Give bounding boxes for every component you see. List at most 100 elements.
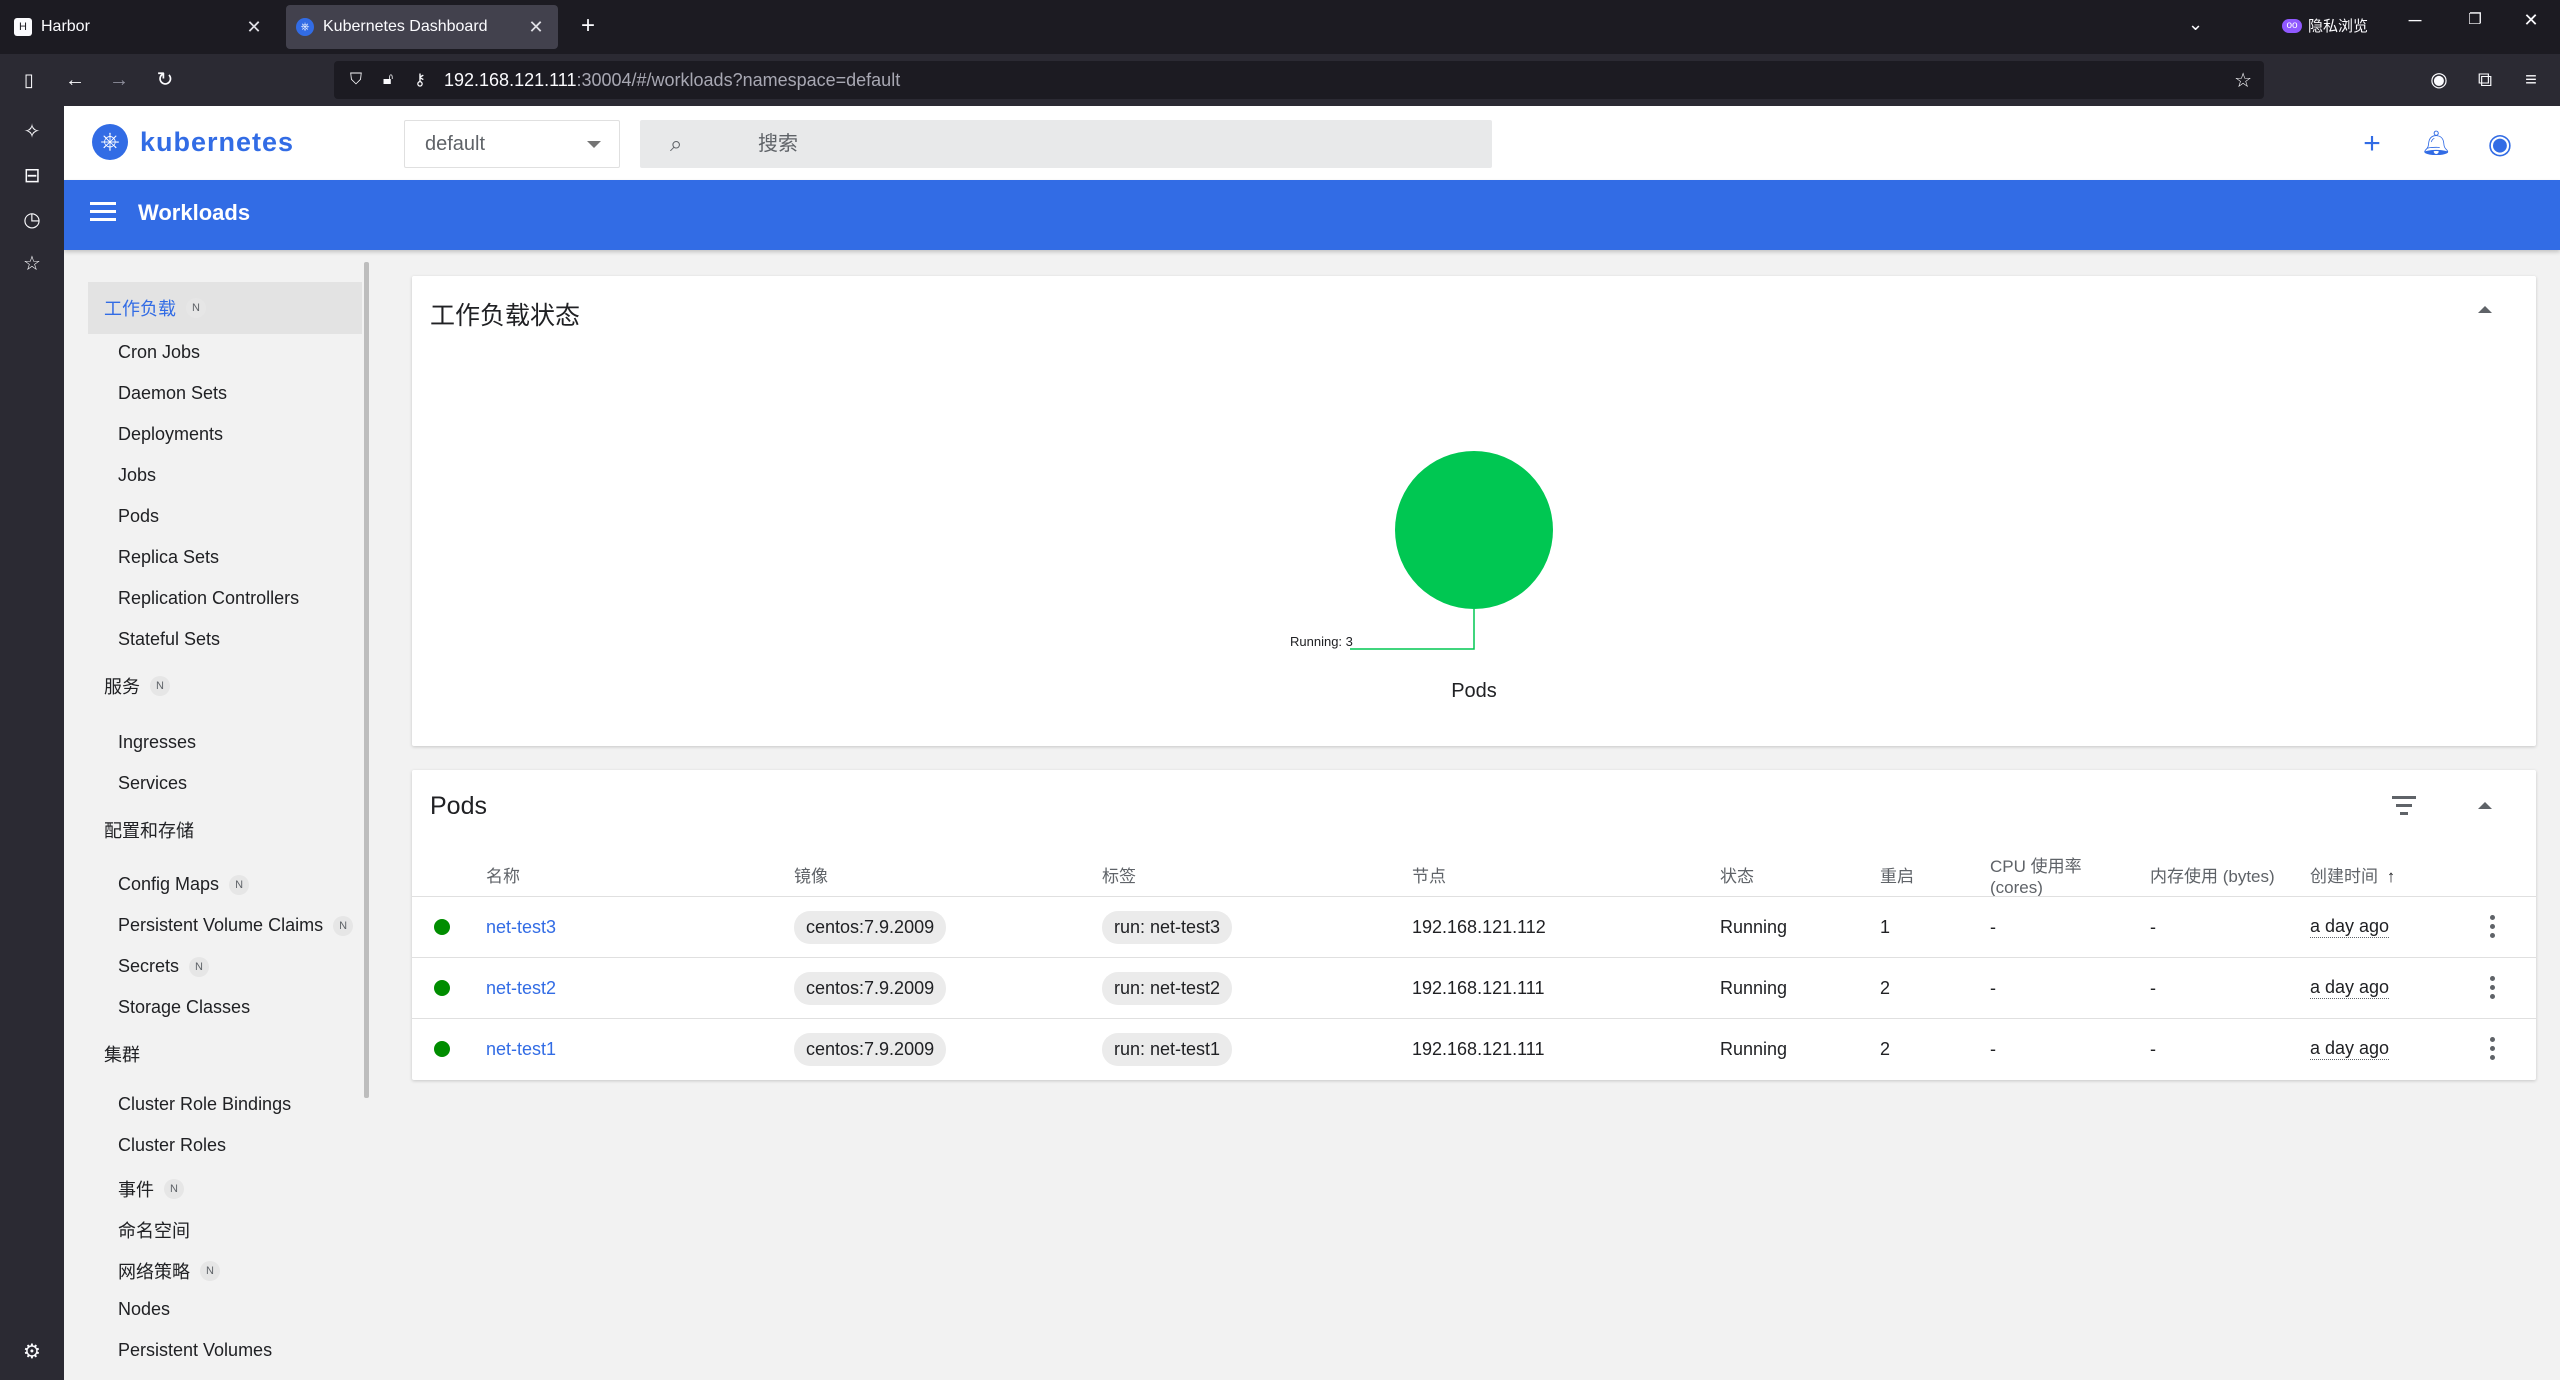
namespaced-badge: N xyxy=(150,676,170,696)
nav-item-persistent-volume-claims[interactable]: Persistent Volume Claims N xyxy=(118,915,354,936)
cpu-value: - xyxy=(1990,1038,1996,1059)
table-row: net-test1 centos:7.9.2009 run: net-test1… xyxy=(412,1018,2536,1079)
nav-item-config-maps[interactable]: Config Maps N xyxy=(118,874,250,895)
pod-name-link[interactable]: net-test1 xyxy=(486,1039,556,1060)
nav-item-jobs[interactable]: Jobs xyxy=(118,465,156,486)
menu-icon[interactable]: ≡ xyxy=(2516,66,2546,94)
node-value[interactable]: 192.168.121.111 xyxy=(1412,978,1544,999)
node-value[interactable]: 192.168.121.112 xyxy=(1412,917,1546,938)
address-bar[interactable]: ⛉ 🔓︎ ⚷ 192.168.121.111:30004/#/workloads… xyxy=(334,61,2264,99)
history-clock-icon[interactable]: ◷ xyxy=(18,206,46,234)
shield-icon[interactable]: ⛉ xyxy=(346,71,366,89)
user-account-icon[interactable]: ◉ xyxy=(2482,126,2518,162)
status-value: Running xyxy=(1720,1038,1788,1059)
more-actions-icon[interactable] xyxy=(2490,1037,2496,1061)
bookmark-star-icon[interactable]: ☆ xyxy=(2234,68,2252,93)
nav-item-replica-sets[interactable]: Replica Sets xyxy=(118,547,219,568)
account-icon[interactable]: ◉ xyxy=(2424,66,2454,94)
nav-category-service[interactable]: 服务 N xyxy=(88,660,362,712)
restore-icon[interactable]: ❐ xyxy=(2460,10,2490,28)
close-icon[interactable]: ✕ xyxy=(524,17,548,38)
namespace-select[interactable]: default xyxy=(404,120,620,168)
sort-arrow-up-icon: ↑ xyxy=(2386,867,2396,886)
column-header-name[interactable]: 名称 xyxy=(486,866,520,887)
node-value[interactable]: 192.168.121.111 xyxy=(1412,1039,1544,1060)
filter-icon[interactable] xyxy=(2392,796,2416,816)
pods-status-chart xyxy=(1350,451,1553,650)
search-input[interactable] xyxy=(758,132,1458,156)
nav-category-workloads[interactable]: 工作负载 N xyxy=(88,282,362,334)
nav-item-deployments[interactable]: Deployments xyxy=(118,424,223,445)
sidebar-toggle-icon[interactable]: ▯ xyxy=(14,66,44,94)
settings-gear-icon[interactable]: ⚙ xyxy=(18,1338,46,1366)
collapse-chevron-up-icon[interactable] xyxy=(2478,802,2492,809)
column-header-created[interactable]: 创建时间 ↑ xyxy=(2310,866,2395,887)
namespaced-badge: N xyxy=(189,956,210,977)
card-title: Pods xyxy=(430,792,487,820)
nav-item-events[interactable]: 事件 N xyxy=(118,1176,184,1202)
nav-category-label: 集群 xyxy=(104,1045,140,1065)
create-plus-icon[interactable]: + xyxy=(2354,126,2390,162)
new-tab-plus-icon[interactable]: + xyxy=(574,12,602,40)
pie-slice-running[interactable] xyxy=(1395,451,1553,609)
label-chip[interactable]: run: net-test3 xyxy=(1102,910,1233,944)
created-value: a day ago xyxy=(2310,916,2390,938)
nav-item-cron-jobs[interactable]: Cron Jobs xyxy=(118,342,200,363)
nav-category-cluster[interactable]: 集群 xyxy=(88,1028,362,1080)
restarts-value: 2 xyxy=(1880,1038,1891,1059)
tab-label: Harbor xyxy=(41,18,90,35)
forward-arrow-icon[interactable]: → xyxy=(104,66,134,94)
extensions-icon[interactable]: ⧉ xyxy=(2470,66,2500,94)
nav-item-network-policies[interactable]: 网络策略 N xyxy=(118,1258,220,1284)
lock-icon[interactable]: 🔓︎ xyxy=(378,71,398,89)
nav-item-label: Persistent Volumes xyxy=(118,1340,273,1360)
pod-name-link[interactable]: net-test2 xyxy=(486,978,556,999)
bookmarks-star-icon[interactable]: ☆ xyxy=(18,250,46,278)
more-actions-icon[interactable] xyxy=(2490,976,2496,1000)
ai-sparkle-icon[interactable]: ✧ xyxy=(18,118,46,146)
label-chip[interactable]: run: net-test2 xyxy=(1102,971,1233,1005)
back-arrow-icon[interactable]: ← xyxy=(60,66,90,94)
nav-item-pods[interactable]: Pods xyxy=(118,506,159,527)
restarts-value: 2 xyxy=(1880,977,1891,998)
synced-tabs-icon[interactable]: ⊟ xyxy=(18,162,46,190)
nav-item-stateful-sets[interactable]: Stateful Sets xyxy=(118,629,220,650)
nav-item-replication-controllers[interactable]: Replication Controllers xyxy=(118,588,299,609)
close-icon[interactable]: ✕ xyxy=(242,17,266,38)
slice-leader-line xyxy=(1350,609,1475,650)
kubernetes-logo[interactable]: ⎈ kubernetes xyxy=(92,124,294,160)
tab-kubernetes-dashboard[interactable]: ⎈ Kubernetes Dashboard ✕ xyxy=(286,5,558,49)
more-actions-icon[interactable] xyxy=(2490,915,2496,939)
hamburger-menu-icon[interactable] xyxy=(90,202,116,222)
nav-item-secrets[interactable]: Secrets N xyxy=(118,956,210,977)
label-chip[interactable]: run: net-test1 xyxy=(1102,1032,1233,1066)
reload-icon[interactable]: ↻ xyxy=(150,66,180,94)
key-icon[interactable]: ⚷ xyxy=(410,70,430,90)
chart-title: Pods xyxy=(1451,680,1497,702)
private-browsing-indicator: oo 隐私浏览 xyxy=(2282,15,2368,36)
nav-item-cluster-role-bindings[interactable]: Cluster Role Bindings xyxy=(118,1094,291,1115)
nav-item-daemon-sets[interactable]: Daemon Sets xyxy=(118,383,227,404)
nav-item-nodes[interactable]: Nodes xyxy=(118,1299,170,1320)
nav-category-config-storage[interactable]: 配置和存储 xyxy=(88,804,362,856)
harbor-favicon-icon: H xyxy=(14,18,32,36)
nav-item-label: Pods xyxy=(118,506,160,526)
notifications-bell-icon[interactable]: 🔔︎ xyxy=(2418,126,2454,162)
cpu-value: - xyxy=(1990,977,1996,998)
close-window-icon[interactable]: ✕ xyxy=(2516,10,2546,31)
minimize-icon[interactable]: ─ xyxy=(2400,10,2430,31)
chevron-down-icon[interactable]: ⌄ xyxy=(2188,14,2203,35)
nav-item-services[interactable]: Services xyxy=(118,773,187,794)
nav-item-ingresses[interactable]: Ingresses xyxy=(118,732,196,753)
nav-item-namespaces[interactable]: 命名空间 xyxy=(118,1217,190,1243)
nav-item-persistent-volumes[interactable]: Persistent Volumes xyxy=(118,1340,272,1361)
pods-card: Pods 名称 镜像 标签 节点 状态 重启 CPU 使用率 (cores) 内… xyxy=(412,770,2536,1080)
nav-item-cluster-roles[interactable]: Cluster Roles xyxy=(118,1135,226,1156)
nav-item-label: Daemon Sets xyxy=(118,383,228,403)
tab-harbor[interactable]: H Harbor ✕ xyxy=(4,5,276,49)
pod-name-link[interactable]: net-test3 xyxy=(486,917,556,938)
nav-item-storage-classes[interactable]: Storage Classes xyxy=(118,997,250,1018)
nav-item-label: Persistent Volume Claims xyxy=(118,915,324,935)
nav-scrollbar[interactable] xyxy=(364,262,369,1098)
nav-item-label: 命名空间 xyxy=(118,1221,190,1241)
